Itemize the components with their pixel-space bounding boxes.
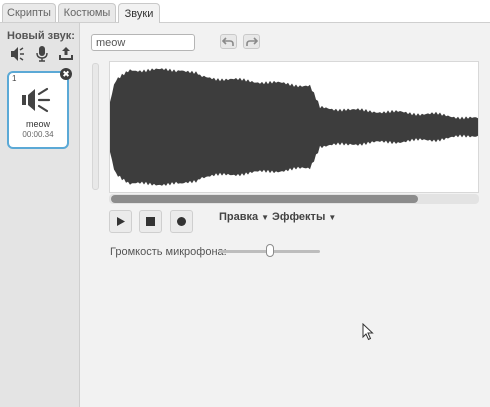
stop-button[interactable] (139, 210, 162, 233)
new-sound-buttons (10, 45, 74, 65)
sound-name-input[interactable] (91, 34, 195, 51)
sound-number: 1 (12, 74, 17, 83)
waveform-display[interactable] (109, 61, 479, 193)
waveform-side-handle[interactable] (92, 63, 99, 190)
waveform-shape (110, 68, 478, 186)
mouse-cursor-icon (362, 323, 374, 341)
scrollbar-thumb[interactable] (111, 195, 418, 203)
sound-duration: 00:00.34 (22, 130, 54, 139)
edit-menu-label: Правка (219, 211, 259, 223)
undo-icon (221, 37, 234, 46)
microphone-volume-label: Громкость микрофона: (110, 246, 227, 258)
waveform (110, 68, 478, 186)
microphone-icon[interactable] (34, 45, 50, 63)
speaker-icon (22, 87, 51, 113)
new-sound-label: Новый звук: (7, 30, 75, 42)
waveform-scrollbar[interactable] (109, 194, 479, 204)
effects-menu-label: Эффекты (272, 211, 326, 223)
delete-sound-icon[interactable]: ✖ (60, 68, 72, 80)
undo-button[interactable] (220, 34, 237, 49)
effects-menu[interactable]: Эффекты ▼ (272, 211, 336, 223)
sound-list-sidebar: Новый звук: 1 ✖ meow 00:00.34 (0, 22, 80, 407)
upload-icon[interactable] (58, 45, 74, 63)
play-icon (117, 217, 125, 226)
speaker-library-icon[interactable] (10, 45, 26, 63)
sound-thumbnail[interactable]: 1 ✖ meow 00:00.34 (7, 68, 72, 149)
tab-sounds[interactable]: Звуки (118, 3, 160, 23)
sound-editor: Правка▼ Эффекты▼ Громкость микрофона: (80, 22, 490, 407)
sound-name: meow (25, 119, 50, 129)
stop-icon (146, 217, 155, 226)
tab-scripts[interactable]: Скрипты (2, 3, 56, 22)
redo-button[interactable] (243, 34, 260, 49)
tab-costumes[interactable]: Костюмы (58, 3, 116, 22)
record-icon (177, 217, 186, 226)
tab-bar: Скрипты Костюмы Звуки (0, 0, 490, 23)
chevron-down-icon: ▼ (261, 213, 270, 222)
record-button[interactable] (170, 210, 193, 233)
chevron-down-icon: ▼ (328, 213, 337, 222)
edit-menu[interactable]: Правка ▼ (219, 211, 269, 223)
redo-icon (246, 37, 259, 46)
play-button[interactable] (109, 210, 132, 233)
slider-knob[interactable] (266, 244, 274, 257)
